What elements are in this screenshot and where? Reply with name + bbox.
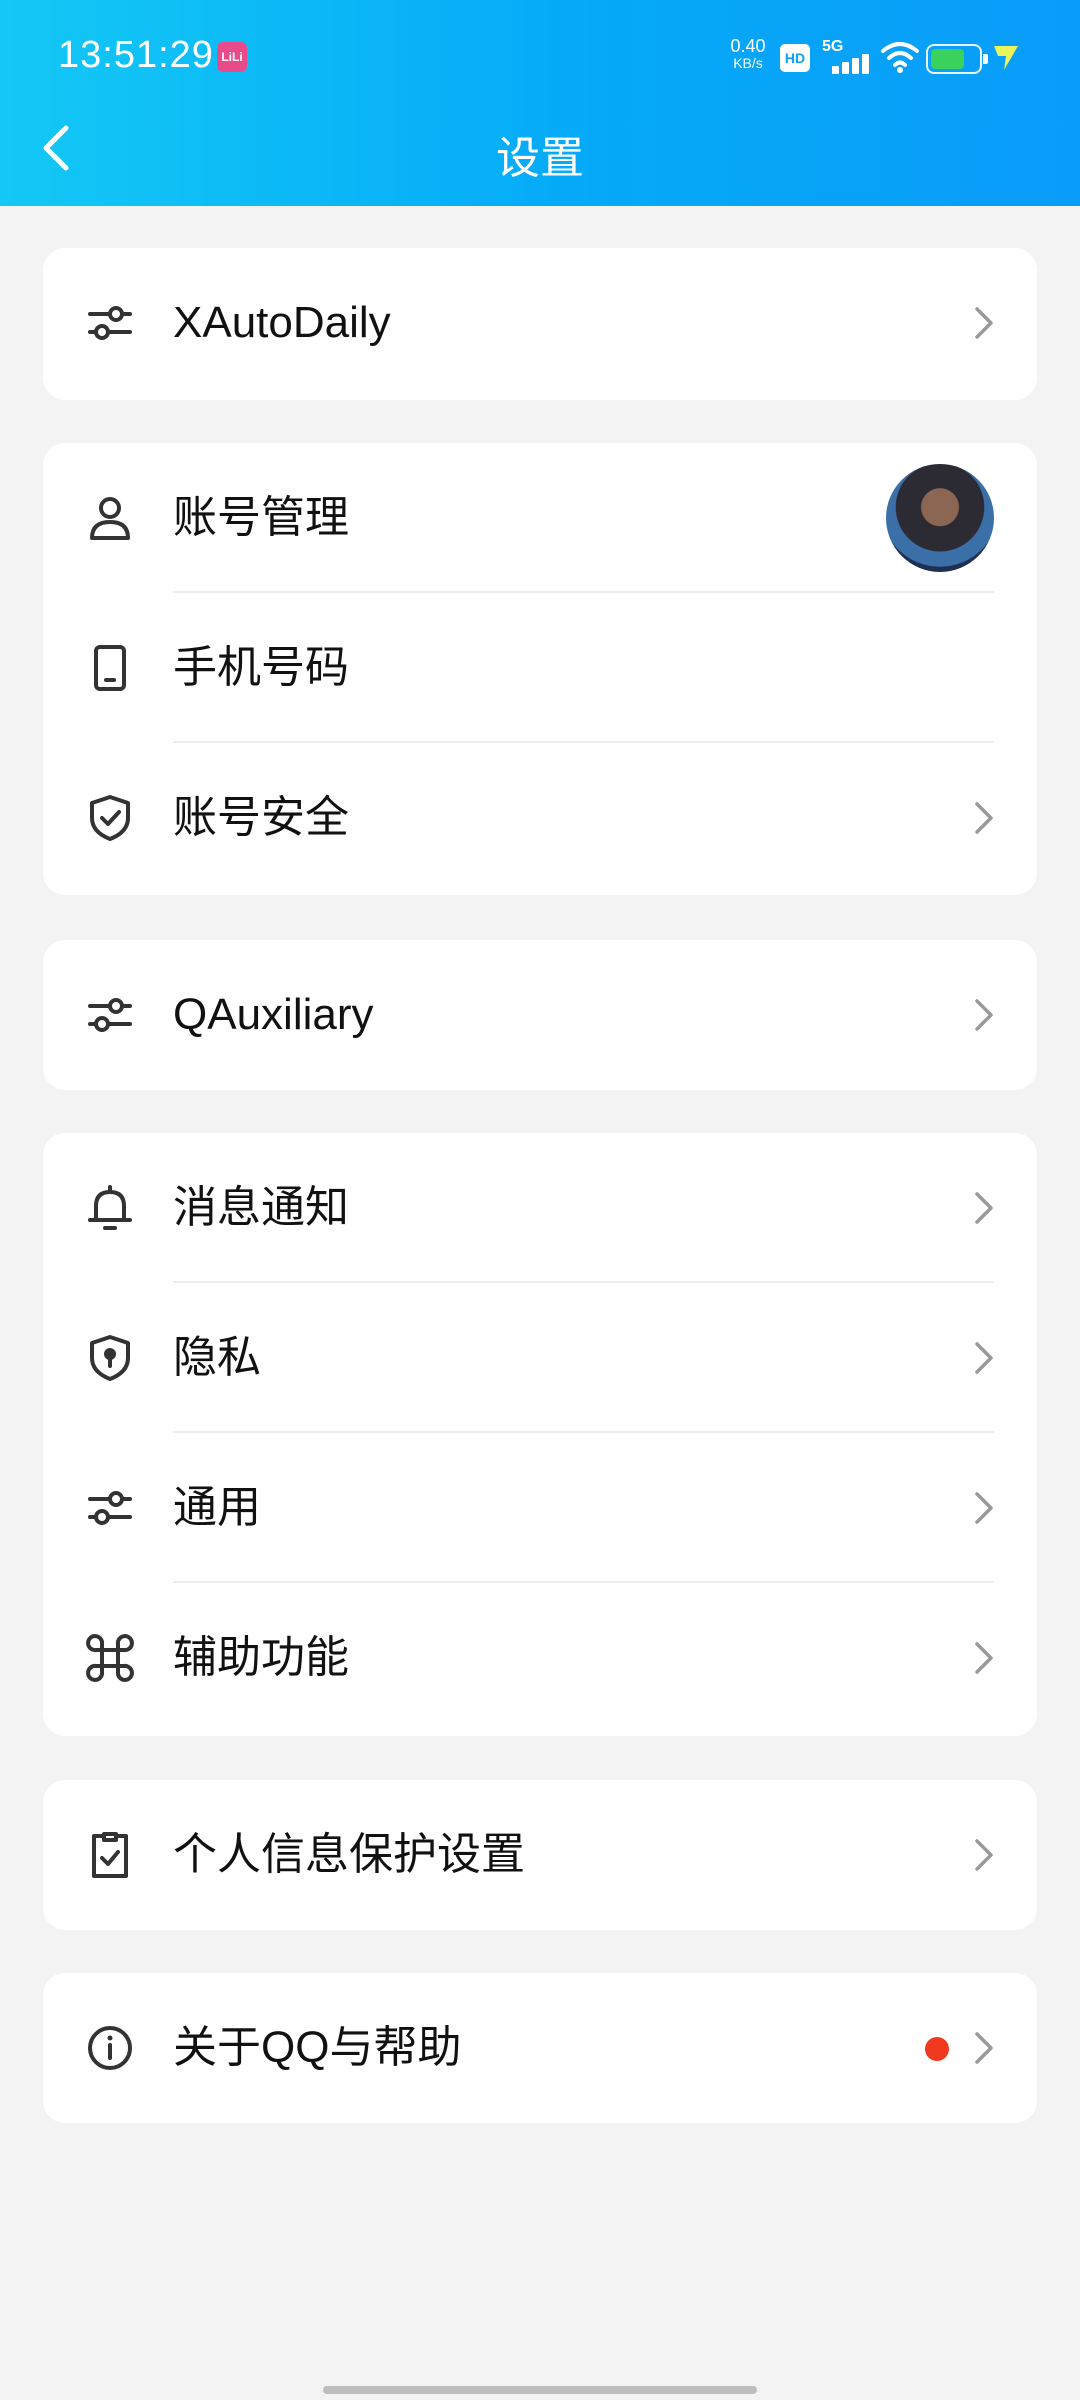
settings-item-accessibility[interactable]: 辅助功能 [43,1583,1037,1733]
settings-item-notifications[interactable]: 消息通知 [43,1133,1037,1283]
status-time: 13:51:29 [58,34,214,76]
settings-group-qauxiliary: QAuxiliary [43,940,1037,1090]
settings-group-xautodaily: XAutoDaily [43,248,1037,400]
wifi-icon [880,38,920,74]
settings-item-privacy[interactable]: 隐私 [43,1283,1037,1433]
chevron-right-icon [969,305,997,341]
settings-group-general: 消息通知 隐私 通用 辅助功能 [43,1133,1037,1736]
shield-check-icon [86,794,134,842]
sliders-icon [86,991,134,1039]
settings-item-xautodaily[interactable]: XAutoDaily [43,248,1037,398]
settings-item-phone-number[interactable]: 手机号码 [43,593,1037,743]
command-icon [86,1634,134,1682]
chevron-right-icon [969,1640,997,1676]
chevron-right-icon [969,2030,997,2066]
sliders-icon [86,299,134,347]
settings-item-personal-info-protection[interactable]: 个人信息保护设置 [43,1780,1037,1930]
status-bar: 13:51:29 LiLi 0.40 KB/s HD 5G [0,0,1080,116]
page-title: 设置 [496,134,584,183]
settings-item-label: 手机号码 [173,643,349,692]
chevron-right-icon [969,997,997,1033]
clipboard-check-icon [86,1831,134,1879]
settings-item-label: 通用 [173,1483,261,1532]
settings-group-about: 关于QQ与帮助 [43,1973,1037,2123]
chevron-right-icon [969,800,997,836]
network-speed-unit: KB/s [733,55,763,71]
settings-item-label: 账号管理 [173,493,349,542]
cellular-signal-icon: 5G [822,38,872,74]
navigation-bar: 设置 [0,116,1080,206]
settings-item-label: 辅助功能 [173,1633,349,1682]
person-icon [86,494,134,542]
settings-group-account: 账号管理 手机号码 账号安全 [43,443,1037,895]
settings-item-label: 账号安全 [173,793,349,842]
settings-item-label: 隐私 [173,1333,261,1382]
settings-item-label: QAuxiliary [173,990,374,1039]
header-bar: 13:51:29 LiLi 0.40 KB/s HD 5G 设置 [0,0,1080,206]
settings-item-qauxiliary[interactable]: QAuxiliary [43,940,1037,1090]
home-indicator[interactable] [323,2386,757,2394]
chevron-right-icon [969,1190,997,1226]
phone-icon [86,644,134,692]
battery-icon [926,44,988,74]
chevron-right-icon [969,1340,997,1376]
settings-item-label: 关于QQ与帮助 [173,2023,462,2072]
app-notification-icon: LiLi [217,42,247,72]
settings-item-general[interactable]: 通用 [43,1433,1037,1583]
network-type: 5G [822,38,844,55]
sliders-icon [86,1484,134,1532]
info-icon [86,2024,134,2072]
bell-icon [86,1184,134,1232]
settings-item-label: 个人信息保护设置 [173,1830,525,1879]
network-speed: 0.40 KB/s [726,36,770,72]
hd-icon: HD [780,44,810,72]
chevron-right-icon [969,1490,997,1526]
settings-item-account-management[interactable]: 账号管理 [43,443,1037,593]
chevron-right-icon [969,1837,997,1873]
settings-item-account-security[interactable]: 账号安全 [43,743,1037,893]
new-badge-dot [925,2037,949,2061]
shield-lock-icon [86,1334,134,1382]
settings-group-personal-info: 个人信息保护设置 [43,1780,1037,1930]
settings-item-about-qq-help[interactable]: 关于QQ与帮助 [43,1973,1037,2123]
charging-icon [990,40,1020,76]
settings-item-label: 消息通知 [173,1183,349,1232]
avatar[interactable] [886,464,994,572]
settings-item-label: XAutoDaily [173,298,391,347]
network-speed-value: 0.40 [730,36,766,56]
